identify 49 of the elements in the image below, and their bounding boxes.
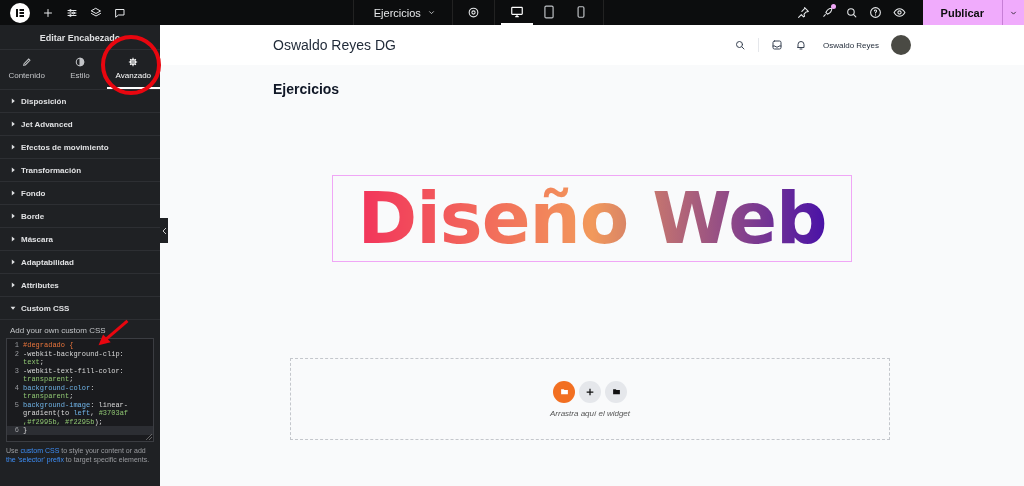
drop-zone[interactable]: Arrastra aquí el widget xyxy=(290,358,890,440)
panel-tab[interactable]: Estilo xyxy=(53,50,107,89)
contrast-icon xyxy=(75,57,85,67)
chevron-icon xyxy=(426,8,436,17)
site-title[interactable]: Oswaldo Reyes DG xyxy=(273,37,734,53)
search-icon[interactable] xyxy=(844,6,858,19)
gradient-heading[interactable]: Diseño Web xyxy=(332,175,852,262)
caret-right-icon xyxy=(10,167,16,173)
inbox-icon[interactable] xyxy=(770,39,783,51)
caret-right-icon xyxy=(10,213,16,219)
settings-icon[interactable] xyxy=(466,6,480,19)
help-icon[interactable] xyxy=(868,6,882,19)
plus-icon[interactable] xyxy=(42,6,54,19)
settings-icon xyxy=(128,57,139,67)
page-heading: Ejercicios xyxy=(273,81,340,97)
resize-grip-icon[interactable] xyxy=(146,433,152,440)
caret-right-icon xyxy=(10,144,16,150)
folder-icon xyxy=(611,387,621,396)
bell-icon[interactable] xyxy=(794,39,807,51)
desktop-icon xyxy=(509,4,524,19)
pin-icon[interactable] xyxy=(796,6,810,19)
pencil-icon xyxy=(21,57,32,67)
publish-button[interactable]: Publicar xyxy=(922,0,1002,25)
caret-down-icon xyxy=(10,305,16,311)
add-template-button[interactable] xyxy=(553,380,575,403)
collapse-handle[interactable] xyxy=(160,218,168,243)
eye-icon[interactable] xyxy=(892,6,906,19)
field-label: Add your own custom CSS xyxy=(10,326,106,335)
sliders-icon[interactable] xyxy=(66,6,78,19)
panel-title: Editar Encabezado xyxy=(39,33,121,43)
search-icon[interactable] xyxy=(733,39,746,51)
plus-icon xyxy=(585,386,595,397)
tablet-icon xyxy=(541,4,556,19)
user-name[interactable]: Oswaldo Reyes xyxy=(822,40,879,50)
library-button[interactable] xyxy=(605,380,627,403)
caret-right-icon xyxy=(10,236,16,242)
layers-icon[interactable] xyxy=(90,6,102,19)
panel-tab[interactable]: Contenido xyxy=(0,50,54,89)
logo-icon[interactable] xyxy=(10,2,30,23)
caret-right-icon xyxy=(10,190,16,196)
caret-right-icon xyxy=(10,259,16,265)
caret-right-icon xyxy=(10,282,16,288)
caret-right-icon xyxy=(10,98,16,104)
caret-right-icon xyxy=(10,121,16,127)
chat-icon[interactable] xyxy=(114,6,126,19)
add-widget-button[interactable] xyxy=(579,380,601,403)
drop-hint: Arrastra aquí el widget xyxy=(549,408,630,418)
avatar[interactable] xyxy=(891,35,911,55)
folder-icon xyxy=(559,387,569,396)
